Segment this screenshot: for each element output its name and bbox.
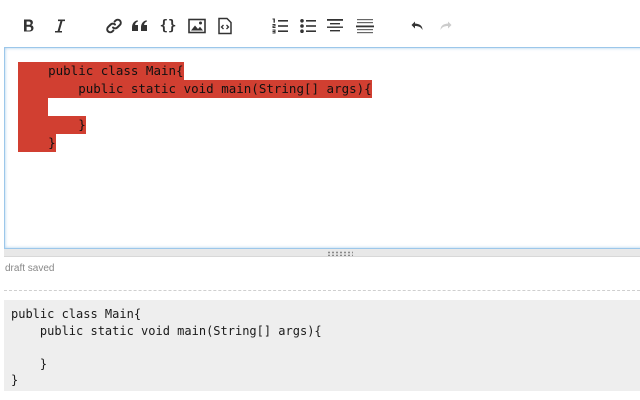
italic-button[interactable] xyxy=(46,12,74,40)
braces-icon: {} xyxy=(159,18,177,34)
link-icon xyxy=(106,18,122,34)
bold-button[interactable] xyxy=(15,12,43,40)
bulleted-list-button[interactable] xyxy=(294,12,322,40)
redo-button[interactable] xyxy=(431,12,459,40)
image-icon xyxy=(188,18,206,34)
numbered-list-icon xyxy=(272,18,288,34)
editor-line: } xyxy=(18,134,56,152)
code-button[interactable]: {} xyxy=(154,12,182,40)
editor-line: public static void main(String[] args){ xyxy=(18,80,372,98)
bulleted-list-icon xyxy=(300,19,316,33)
undo-icon xyxy=(411,21,423,30)
editor-line xyxy=(18,96,372,116)
preview-code: public class Main{ public static void ma… xyxy=(11,307,322,387)
heading-button[interactable] xyxy=(321,12,349,40)
resize-grip[interactable] xyxy=(4,249,640,257)
quote-icon xyxy=(132,20,147,31)
markdown-editor-textarea[interactable]: public class Main{ public static void ma… xyxy=(4,47,640,249)
grip-dots-icon xyxy=(327,251,353,256)
snippet-button[interactable] xyxy=(211,12,239,40)
undo-button[interactable] xyxy=(404,12,432,40)
horizontal-rule-button[interactable] xyxy=(351,12,379,40)
bold-icon xyxy=(24,19,34,32)
draft-status: draft saved xyxy=(5,263,55,274)
horizontal-rule-icon xyxy=(356,19,374,34)
heading-icon xyxy=(327,19,343,32)
image-button[interactable] xyxy=(183,12,211,40)
snippet-icon xyxy=(218,17,232,35)
editor-line: } xyxy=(18,116,86,134)
editor-toolbar: {} xyxy=(0,0,640,48)
italic-icon xyxy=(55,19,65,33)
blockquote-button[interactable] xyxy=(126,12,154,40)
preview-divider xyxy=(4,290,640,291)
numbered-list-button[interactable] xyxy=(266,12,294,40)
link-button[interactable] xyxy=(100,12,128,40)
code-preview: public class Main{ public static void ma… xyxy=(4,300,640,391)
redo-icon xyxy=(440,21,452,30)
editor-line: public class Main{ xyxy=(18,62,184,80)
selected-code-text: public class Main{ public static void ma… xyxy=(18,60,372,152)
